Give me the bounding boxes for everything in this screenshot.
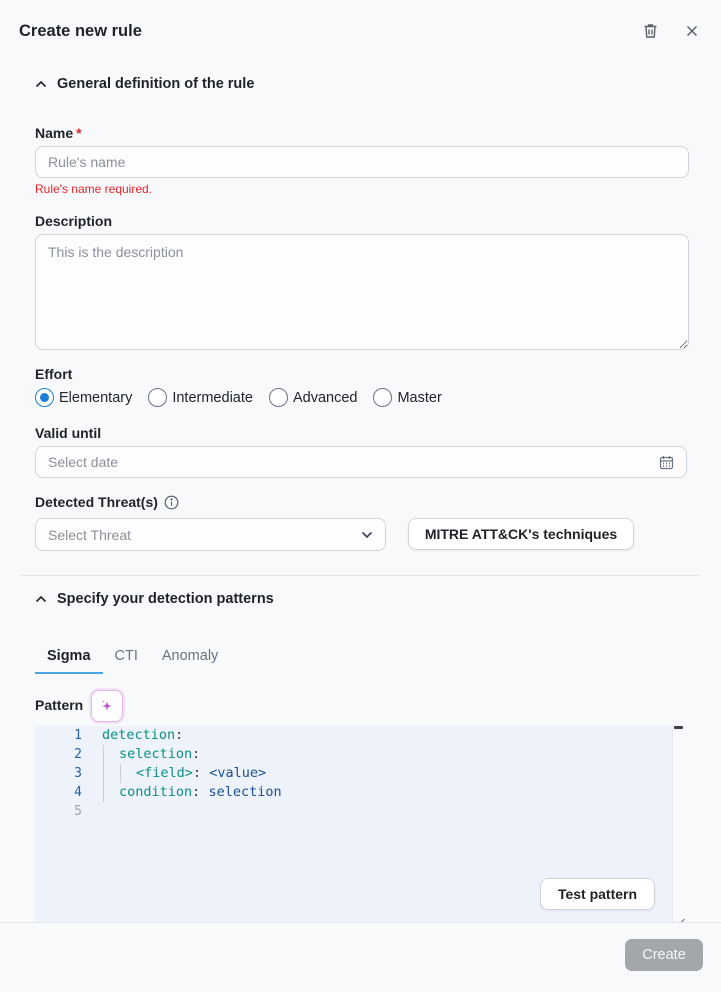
valid-until-date-picker[interactable]: Select date [35, 446, 687, 478]
yaml-key: condition [119, 784, 193, 800]
patterns-section-title: Specify your detection patterns [57, 591, 274, 607]
dialog-footer [0, 922, 721, 992]
effort-radio-group: Elementary Intermediate Advanced Master [35, 388, 442, 407]
threat-placeholder: Select Threat [48, 526, 132, 543]
line-number: 1 [74, 728, 82, 743]
line-number-gutter: 1 2 3 4 5 [35, 726, 90, 821]
radio-unchecked-icon [373, 388, 393, 407]
line-number: 2 [74, 747, 82, 762]
editor-scrollbar-thumb[interactable] [674, 726, 683, 729]
date-placeholder: Select date [48, 454, 119, 470]
radio-unchecked-icon [148, 388, 168, 407]
create-button[interactable]: Create [625, 939, 703, 971]
threats-label: Detected Threat(s) [35, 494, 179, 510]
yaml-colon: : [192, 765, 202, 781]
effort-option-intermediate[interactable]: Intermediate [148, 388, 253, 407]
description-textarea[interactable] [35, 234, 689, 350]
name-label: Name * [35, 125, 82, 141]
code-line: <field>: <value> [102, 764, 282, 783]
yaml-colon: : [175, 727, 184, 743]
section-divider [20, 575, 701, 576]
code-line: condition: selection [102, 783, 282, 802]
effort-option-label: Intermediate [172, 389, 253, 406]
threat-select[interactable]: Select Threat [35, 518, 386, 551]
chevron-up-icon [35, 80, 47, 88]
patterns-section-toggle[interactable]: Specify your detection patterns [35, 591, 274, 607]
yaml-key: detection [102, 727, 176, 743]
tab-cti[interactable]: CTI [103, 640, 150, 674]
close-icon[interactable] [682, 21, 702, 41]
name-label-text: Name [35, 125, 74, 141]
mitre-techniques-button[interactable]: MITRE ATT&CK's techniques [408, 518, 634, 550]
header-actions [640, 21, 702, 41]
effort-option-label: Elementary [59, 389, 133, 406]
effort-option-label: Master [397, 389, 442, 406]
yaml-colon: : [192, 784, 201, 800]
threats-label-text: Detected Threat(s) [35, 494, 158, 510]
radio-unchecked-icon [268, 388, 288, 407]
ai-assist-button[interactable] [91, 690, 123, 722]
code-line: selection: [102, 745, 282, 764]
description-label: Description [35, 213, 113, 229]
chevron-up-icon [35, 595, 47, 603]
sparkle-icon [100, 699, 114, 713]
line-number: 5 [74, 804, 82, 819]
yaml-key: <field> [136, 765, 193, 781]
effort-option-master[interactable]: Master [373, 388, 442, 407]
general-section-title: General definition of the rule [57, 76, 255, 92]
yaml-value: selection [208, 784, 282, 800]
pattern-label: Pattern [35, 697, 84, 713]
line-number: 4 [74, 785, 82, 800]
resize-grip-icon[interactable] [677, 913, 685, 926]
yaml-value: <value> [209, 765, 267, 781]
trash-icon[interactable] [640, 21, 660, 41]
yaml-colon: : [192, 746, 201, 762]
required-mark: * [76, 125, 82, 141]
line-number: 3 [74, 766, 82, 781]
editor-scrollbar[interactable] [672, 726, 686, 922]
code-content: detection: selection: <field>: <value> c… [102, 726, 282, 821]
yaml-key: selection [119, 746, 193, 762]
pattern-tabs: Sigma CTI Anomaly [35, 640, 230, 674]
info-icon[interactable] [164, 495, 179, 510]
effort-option-label: Advanced [292, 389, 358, 406]
test-pattern-button[interactable]: Test pattern [540, 878, 655, 910]
name-input[interactable] [35, 146, 689, 178]
effort-option-elementary[interactable]: Elementary [35, 388, 132, 407]
radio-checked-icon [35, 388, 54, 407]
effort-option-advanced[interactable]: Advanced [268, 388, 358, 407]
dialog-header: Create new rule [0, 0, 721, 62]
calendar-icon [659, 455, 674, 470]
effort-label: Effort [35, 366, 73, 382]
tab-sigma[interactable]: Sigma [35, 640, 103, 674]
chevron-down-icon [361, 531, 373, 539]
general-section-toggle[interactable]: General definition of the rule [35, 76, 254, 92]
tab-anomaly[interactable]: Anomaly [150, 640, 230, 674]
valid-until-label: Valid until [35, 425, 102, 441]
dialog-title: Create new rule [19, 21, 142, 40]
code-line: detection: [102, 726, 282, 745]
name-error-message: Rule's name required. [35, 182, 153, 196]
